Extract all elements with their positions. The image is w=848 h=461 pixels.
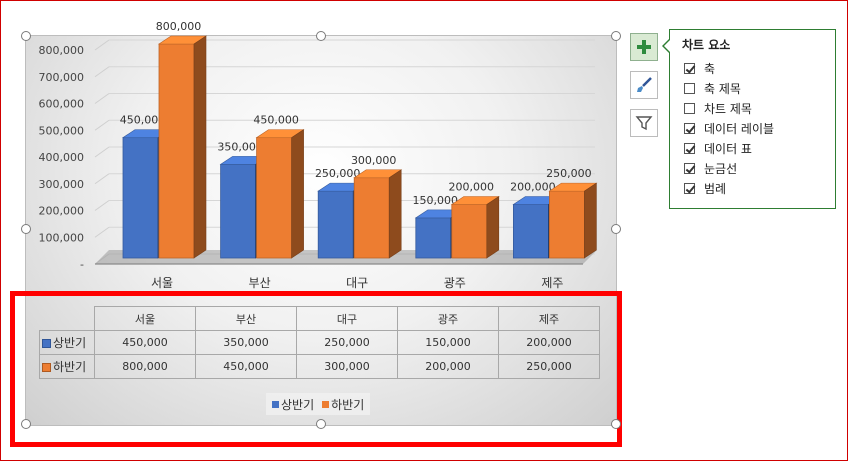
resize-handle[interactable]: [21, 31, 31, 41]
option-label: 데이터 레이블: [704, 122, 775, 136]
chart-elements-button[interactable]: [630, 33, 658, 61]
checkbox[interactable]: [684, 123, 695, 134]
checkbox[interactable]: [684, 103, 695, 114]
resize-handle[interactable]: [611, 224, 621, 234]
checkbox[interactable]: [684, 183, 695, 194]
option-chart-title[interactable]: 차트 제목: [684, 100, 752, 117]
option-label: 눈금선: [704, 162, 738, 176]
option-axis-titles[interactable]: 축 제목: [684, 80, 741, 97]
option-gridlines[interactable]: 눈금선: [684, 160, 737, 177]
resize-handle[interactable]: [611, 31, 621, 41]
chart-filters-button[interactable]: [630, 109, 658, 137]
checkbox[interactable]: [684, 63, 695, 74]
checkbox[interactable]: [684, 143, 695, 154]
option-label: 축 제목: [704, 82, 741, 96]
option-label: 축: [704, 62, 716, 76]
panel-title: 차트 요소: [682, 38, 731, 52]
resize-handle[interactable]: [21, 419, 31, 429]
brush-icon: [637, 77, 652, 92]
resize-handle[interactable]: [316, 419, 326, 429]
option-data-labels[interactable]: 데이터 레이블: [684, 120, 774, 137]
checkbox[interactable]: [684, 83, 695, 94]
option-data-table[interactable]: 데이터 표: [684, 140, 752, 157]
option-label: 범례: [704, 182, 727, 196]
filter-icon: [635, 116, 653, 131]
option-axes[interactable]: 축: [684, 60, 715, 77]
option-label: 차트 제목: [704, 102, 752, 116]
panel-pointer-inner: [664, 39, 671, 53]
chart-styles-button[interactable]: [630, 71, 658, 99]
chart-elements-panel: 차트 요소 축 축 제목 차트 제목 데이터 레이블 데이터 표 눈금선 범례: [669, 29, 836, 209]
checkbox[interactable]: [684, 163, 695, 174]
plus-icon: [637, 40, 651, 54]
resize-handle[interactable]: [611, 419, 621, 429]
option-label: 데이터 표: [704, 142, 752, 156]
resize-handle[interactable]: [21, 224, 31, 234]
option-legend[interactable]: 범례: [684, 180, 726, 197]
resize-handle[interactable]: [316, 31, 326, 41]
